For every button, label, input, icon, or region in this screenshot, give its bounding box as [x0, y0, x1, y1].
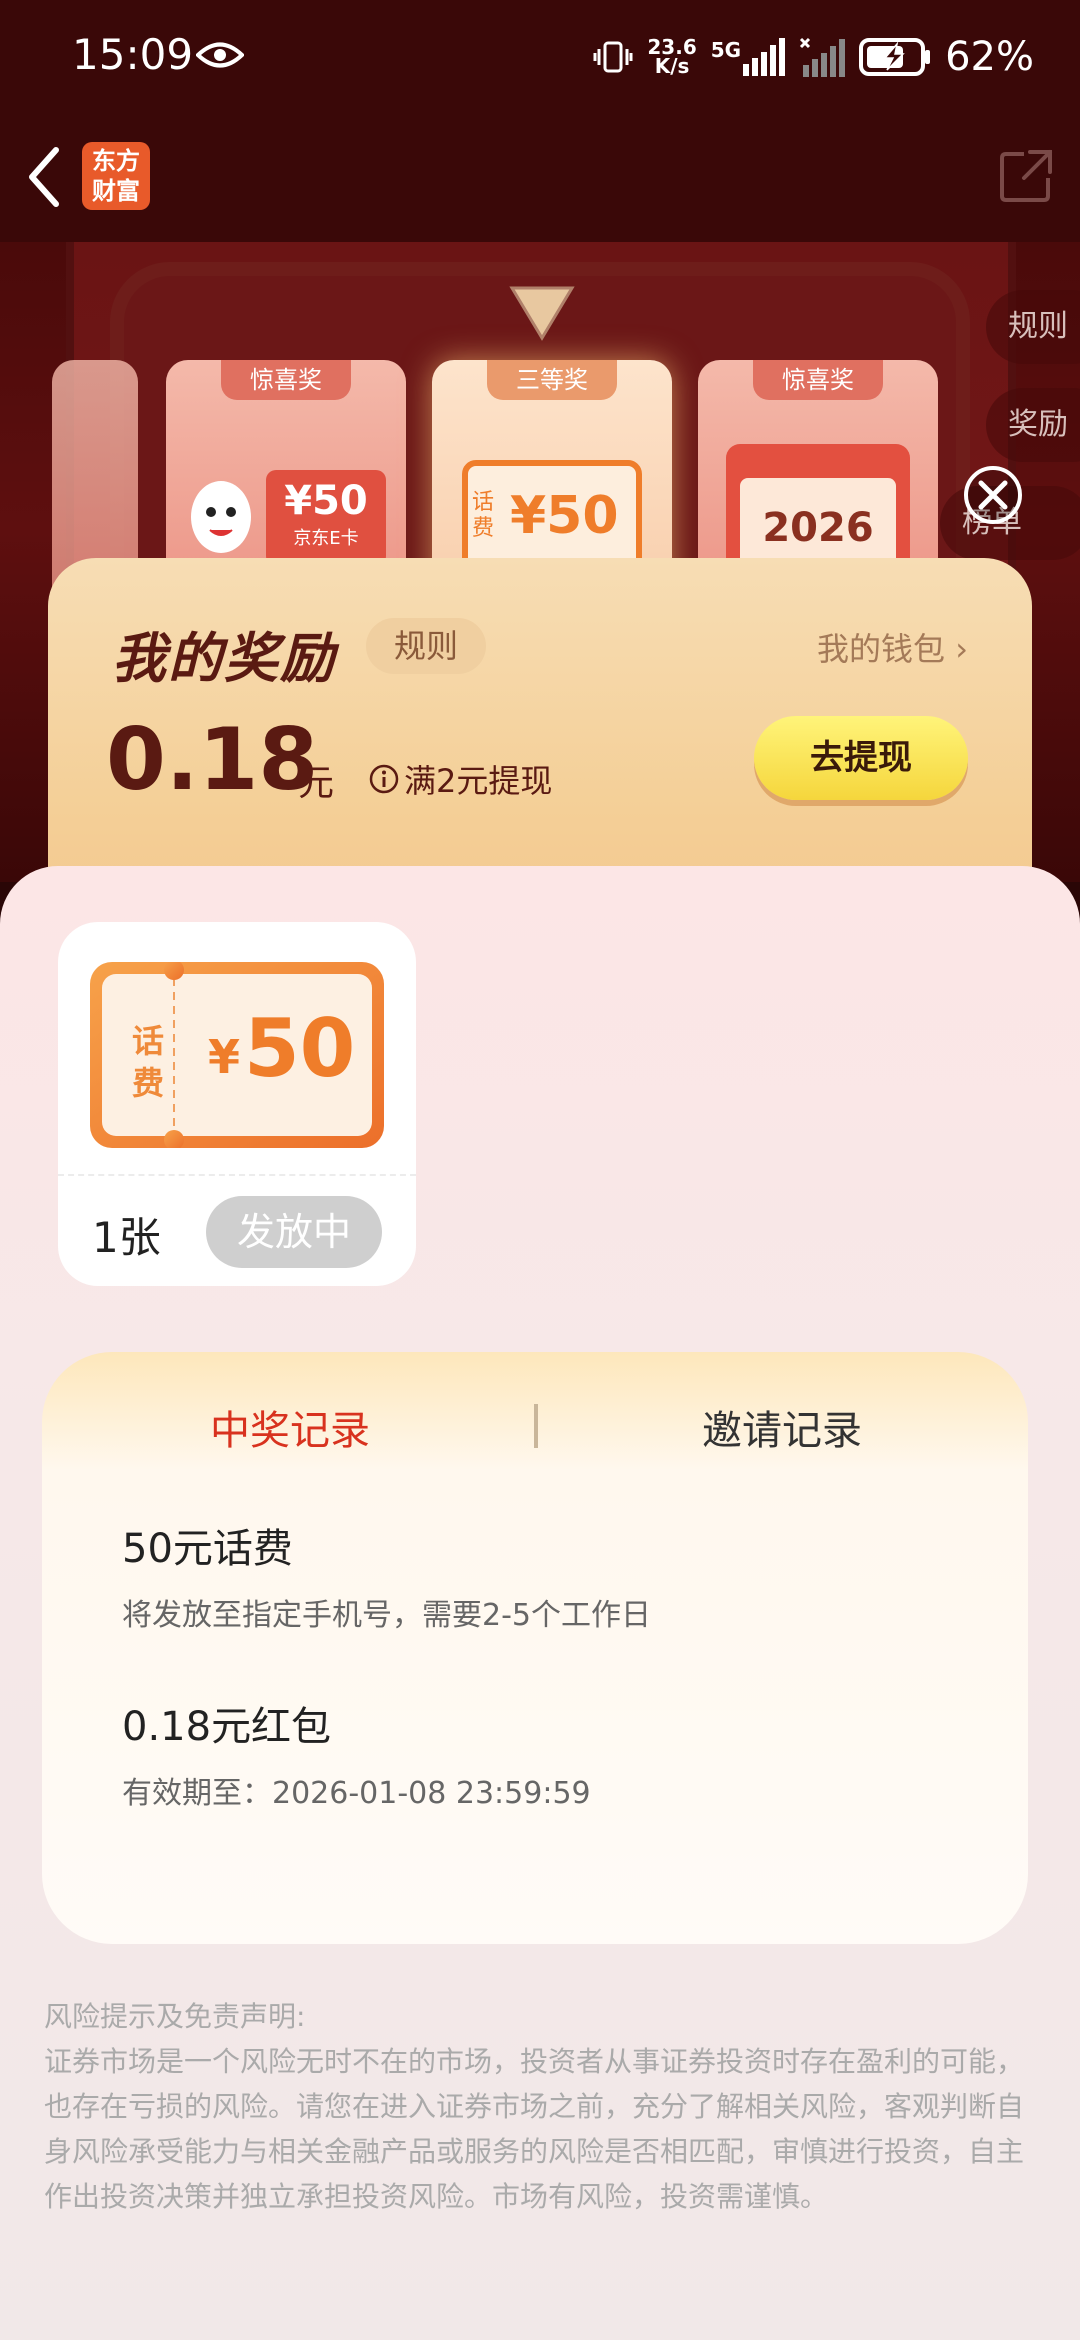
- battery-charging-icon: [859, 38, 931, 76]
- risk-disclaimer: 风险提示及免责声明: 证券市场是一个风险无时不在的市场，投资者从事证券投资时存在…: [44, 1994, 1040, 2219]
- record-subtitle: 将发放至指定手机号，需要2-5个工作日: [122, 1598, 651, 1633]
- tab-invite-records[interactable]: 邀请记录: [702, 1398, 862, 1456]
- coupon-currency: ¥: [208, 1030, 241, 1084]
- logo-line2: 财富: [92, 177, 140, 205]
- share-icon[interactable]: [998, 148, 1054, 204]
- status-indicators: 23.6 K/s 5G 62%: [593, 34, 1034, 80]
- tab-separator: [534, 1404, 538, 1448]
- eye-icon: [196, 42, 244, 68]
- status-time: 15:09: [72, 30, 194, 79]
- coupon-status-badge: 发放中: [206, 1196, 382, 1268]
- record-title: 50元话费: [122, 1526, 293, 1572]
- net-speed: 23.6 K/s: [647, 37, 696, 78]
- coupon-count: 1张: [92, 1213, 161, 1262]
- prize-tag: 惊喜奖: [221, 360, 351, 400]
- jd-card: ¥50 京东E卡: [266, 470, 386, 566]
- rules-button[interactable]: 规则: [366, 618, 486, 674]
- battery-percent: 62%: [945, 34, 1034, 80]
- status-bar: 15:09 23.6 K/s 5G 62%: [0, 0, 1080, 120]
- disclaimer-heading: 风险提示及免责声明:: [44, 2000, 306, 2033]
- signal-no-service-icon: [800, 37, 846, 77]
- nav-bar: 东方 财富: [0, 120, 1080, 242]
- record-item: 50元话费 将发放至指定手机号，需要2-5个工作日: [122, 1516, 651, 1634]
- jd-card-value: ¥50: [284, 478, 368, 524]
- my-wallet-link[interactable]: 我的钱包 ›: [817, 624, 968, 670]
- phone-coupon-mini-label: 话费: [472, 490, 495, 541]
- net-speed-unit: K/s: [654, 54, 690, 78]
- coupon-label: 话 费: [132, 1020, 172, 1104]
- network-type: 5G: [710, 38, 742, 62]
- rewards-sheet: 话 费 ¥ 50 1张 发放中 中奖记录 邀请记录 50元话费 将发放至指定手机…: [0, 866, 1080, 2340]
- withdraw-button[interactable]: 去提现: [754, 716, 968, 800]
- app-logo: 东方 财富: [82, 142, 150, 210]
- tab-prize-records[interactable]: 中奖记录: [210, 1398, 370, 1456]
- min-withdraw-text: 满2元提现: [404, 762, 553, 800]
- pointer-arrow-icon: [509, 286, 575, 341]
- phone-coupon-mini-value: ¥50: [510, 486, 619, 546]
- record-title: 0.18元红包: [122, 1704, 332, 1750]
- records-card: 中奖记录 邀请记录 50元话费 将发放至指定手机号，需要2-5个工作日 0.18…: [42, 1352, 1028, 1944]
- logo-line1: 东方: [92, 147, 140, 175]
- record-item: 0.18元红包 有效期至：2026-01-08 23:59:59: [122, 1694, 591, 1812]
- jd-dog-icon: [191, 481, 251, 553]
- prize-tag: 惊喜奖: [753, 360, 883, 400]
- prize-tag: 三等奖: [487, 360, 617, 400]
- side-rules-button[interactable]: 规则: [986, 290, 1080, 364]
- coupon-label-line2: 费: [132, 1064, 165, 1102]
- back-arrow-icon[interactable]: [22, 144, 66, 210]
- coupon-value: 50: [244, 1002, 356, 1095]
- reward-amount: 0.18: [106, 710, 319, 810]
- side-rewards-button[interactable]: 奖励: [986, 388, 1080, 462]
- disclaimer-body: 证券市场是一个风险无时不在的市场，投资者从事证券投资时存在盈利的可能，也存在亏损…: [44, 2045, 1025, 2213]
- info-icon: [369, 764, 399, 794]
- record-subtitle: 有效期至：2026-01-08 23:59:59: [122, 1776, 591, 1811]
- jd-card-desc: 京东E卡: [293, 528, 359, 549]
- coupon-label-line1: 话: [132, 1022, 165, 1060]
- coupon-divider: [58, 1174, 416, 1176]
- phone-credit-coupon[interactable]: 话 费 ¥ 50 1张 发放中: [58, 922, 416, 1286]
- signal-icon: 5G: [710, 38, 786, 76]
- close-icon[interactable]: [962, 464, 1024, 526]
- reward-amount-unit: 元: [298, 763, 335, 804]
- reward-title: 我的奖励: [112, 627, 336, 690]
- vibrate-icon: [593, 41, 633, 73]
- min-withdraw-note: 满2元提现: [368, 756, 552, 802]
